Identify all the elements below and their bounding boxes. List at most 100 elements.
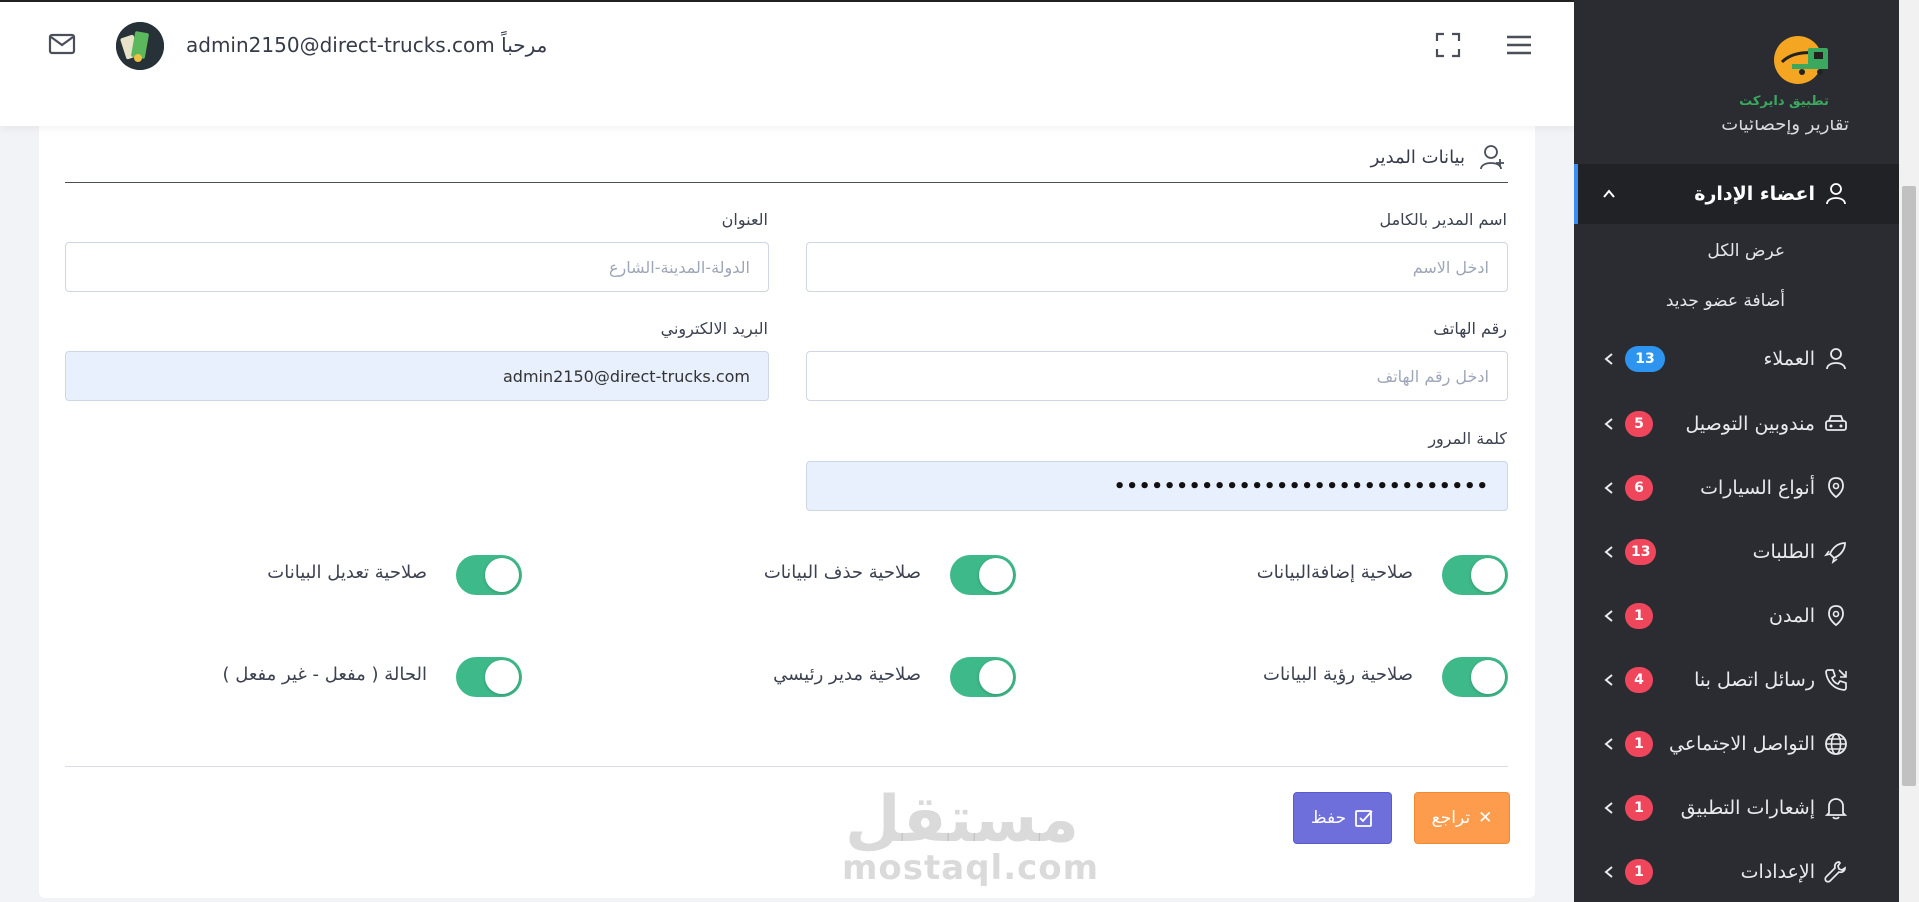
orders-badge: 13 [1625,539,1657,565]
toggle-delete-permission[interactable] [950,555,1016,595]
form-divider [65,766,1508,767]
sidebar-item-contact-messages[interactable]: رسائل اتصل بنا 4 [1574,650,1899,710]
logo-area: تطبيق دايركت [1574,0,1899,120]
email-value: admin2150@direct-trucks.com [502,366,750,386]
scrollbar[interactable] [1899,0,1919,902]
address-placeholder: الدولة-المدينة-الشارع [608,257,750,277]
sidebar: تقارير وإحصائيات تطبيق دايركت اعضاء الإد… [1574,0,1899,902]
email-field[interactable]: admin2150@direct-trucks.com [65,351,769,401]
watermark: مستقل mostaql.com [842,783,1100,888]
cities-badge: 1 [1625,603,1653,629]
admin-members-label: اعضاء الإدارة [1694,183,1815,205]
fullscreen-icon[interactable] [1435,32,1461,58]
car-types-label: أنواع السيارات [1700,477,1815,499]
notifications-badge: 1 [1625,795,1653,821]
toggle-status[interactable] [456,657,522,697]
contact-messages-label: رسائل اتصل بنا [1694,669,1815,691]
sidebar-item-admin-members[interactable]: اعضاء الإدارة [1574,164,1899,224]
contact-messages-badge: 4 [1625,667,1653,693]
delivery-agents-badge: 5 [1625,411,1653,437]
phone-label: رقم الهاتف [1433,319,1507,338]
user-icon [1826,348,1846,370]
add-permission-label: صلاحية إضافةالبيانات [1256,562,1413,583]
notifications-label: إشعارات التطبيق [1680,797,1815,819]
sidebar-item-orders[interactable]: الطلبات 13 [1574,522,1899,582]
back-label: تراجع [1431,808,1471,828]
sidebar-item-notifications[interactable]: إشعارات التطبيق 1 [1574,778,1899,838]
car-icon [1825,415,1847,431]
add-user-icon [1480,145,1504,170]
toggle-edit-permission[interactable] [456,555,522,595]
password-field[interactable]: •••••••••••••••••••••••••••••• [806,461,1508,511]
full-name-field[interactable]: ادخل الاسم [806,242,1508,292]
sidebar-item-settings[interactable]: الإعدادات 1 [1574,842,1899,902]
back-button[interactable]: ✕ تراجع [1414,792,1510,844]
chevron-left-icon [1604,353,1613,365]
chevron-left-icon [1604,738,1613,750]
password-label: كلمة المرور [1428,429,1507,448]
sidebar-item-social[interactable]: التواصل الاجتماعي 1 [1574,714,1899,774]
scrollbar-thumb[interactable] [1902,186,1916,786]
settings-badge: 1 [1625,859,1653,885]
delete-permission-label: صلاحية حذف البيانات [763,562,921,583]
social-badge: 1 [1625,731,1653,757]
avatar[interactable] [116,22,164,70]
sidebar-item-clients[interactable]: العملاء 13 [1574,329,1899,389]
section-header: بيانات المدير [1371,140,1507,174]
chevron-left-icon [1604,674,1613,686]
section-divider [65,182,1508,183]
car-types-badge: 6 [1625,475,1653,501]
phone-field[interactable]: ادخل رقم الهاتف [806,351,1508,401]
full-name-label: اسم المدير بالكامل [1379,210,1507,229]
welcome-text: admin2150@direct-trucks.com مرحباً [186,33,548,57]
mail-icon[interactable] [48,32,76,56]
view-permission-label: صلاحية رؤية البيانات [1263,664,1413,685]
toggle-add-permission[interactable] [1442,555,1508,595]
email-label: البريد الالكتروني [660,319,768,338]
toggle-view-permission[interactable] [1442,657,1508,697]
settings-label: الإعدادات [1740,861,1815,883]
address-field[interactable]: الدولة-المدينة-الشارع [65,242,769,292]
address-label: العنوان [721,210,768,229]
main-admin-permission-label: صلاحية مدير رئيسي [773,664,921,685]
hamburger-menu-icon[interactable] [1506,34,1532,56]
bell-icon [1824,798,1848,820]
chevron-left-icon [1604,610,1613,622]
chevron-left-icon [1604,802,1613,814]
chevron-left-icon [1604,866,1613,878]
phone-placeholder: ادخل رقم الهاتف [1376,366,1489,386]
sidebar-item-cities[interactable]: المدن 1 [1574,586,1899,646]
chevron-left-icon [1604,482,1613,494]
sub-item-view-all[interactable]: عرض الكل [1707,241,1785,261]
social-label: التواصل الاجتماعي [1669,733,1815,755]
orders-label: الطلبات [1752,541,1815,563]
password-value: •••••••••••••••••••••••••••••• [1113,475,1489,497]
checkbox-icon [1355,810,1373,827]
status-label: الحالة ( مفعل - غير مفعل ) [222,664,428,685]
sidebar-item-car-types[interactable]: أنواع السيارات 6 [1574,458,1899,518]
sub-item-add-member[interactable]: أضافة عضو جديد [1666,291,1785,311]
watermark-arabic: مستقل [844,783,1080,857]
cities-label: المدن [1769,605,1815,627]
section-title: بيانات المدير [1370,146,1465,168]
truck-logo-icon [1774,36,1829,84]
rocket-icon [1824,542,1846,564]
edit-permission-label: صلاحية تعديل البيانات [267,562,427,583]
clients-badge: 13 [1625,346,1665,372]
sidebar-item-delivery-agents[interactable]: مندوبين التوصيل 5 [1574,394,1899,454]
phone-icon [1825,669,1847,691]
chevron-left-icon [1604,546,1613,558]
admin-form-card: بيانات المدير اسم المدير بالكامل ادخل ال… [39,120,1535,898]
wrench-icon [1824,861,1846,883]
logo-text: تطبيق دايركت [1739,94,1829,109]
chevron-left-icon [1604,418,1613,430]
save-button[interactable]: حفظ [1293,792,1392,844]
toggle-main-admin-permission[interactable] [950,657,1016,697]
watermark-english: mostaql.com [842,848,1100,888]
globe-icon [1825,733,1847,755]
chevron-up-icon [1603,189,1615,198]
back-icon: ✕ [1478,808,1493,828]
shield-icon [1828,605,1844,627]
shield-icon [1828,477,1844,499]
delivery-agents-label: مندوبين التوصيل [1685,413,1815,435]
